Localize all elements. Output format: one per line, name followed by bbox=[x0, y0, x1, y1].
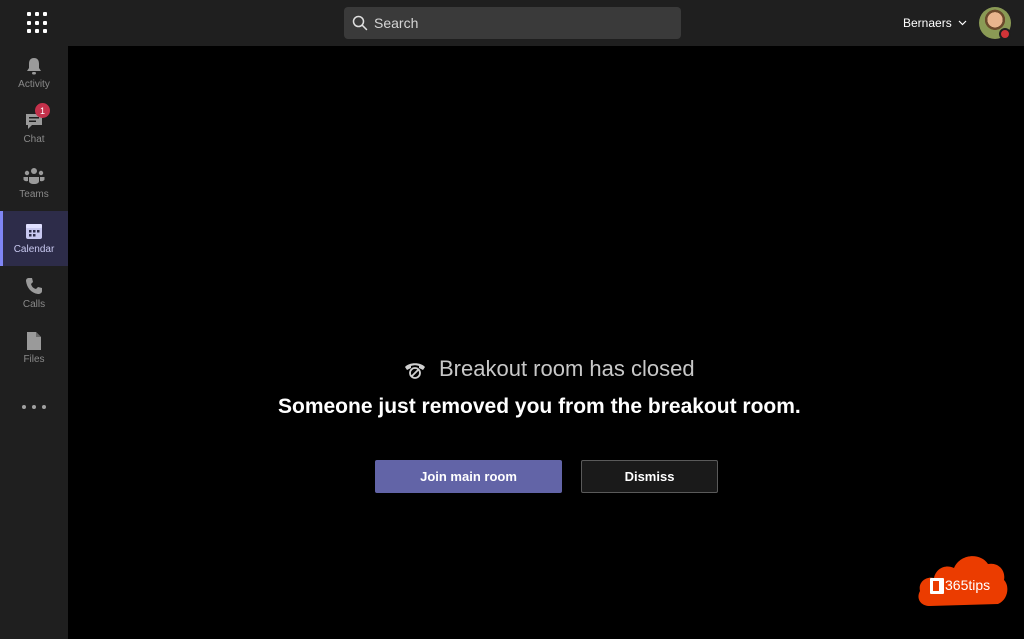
rail-item-label: Teams bbox=[19, 189, 49, 200]
top-bar: Search Bernaers bbox=[0, 0, 1024, 46]
breakout-heading: Breakout room has closed bbox=[403, 356, 695, 382]
rail-item-label: Calendar bbox=[13, 244, 55, 255]
rail-item-label: Calls bbox=[22, 299, 46, 310]
chat-icon: 1 bbox=[24, 103, 50, 131]
rail-item-label: Activity bbox=[18, 79, 50, 90]
user-menu[interactable]: Bernaers bbox=[903, 16, 967, 30]
rail-item-chat[interactable]: 1 Chat bbox=[0, 101, 68, 156]
chevron-down-icon bbox=[958, 20, 967, 26]
search-input[interactable]: Search bbox=[344, 7, 681, 39]
user-name: Bernaers bbox=[903, 16, 952, 30]
join-main-room-button[interactable]: Join main room bbox=[375, 460, 562, 493]
calendar-icon bbox=[25, 221, 43, 241]
ellipsis-icon[interactable] bbox=[22, 402, 46, 412]
dismiss-button[interactable]: Dismiss bbox=[581, 460, 718, 493]
app-launcher-icon[interactable] bbox=[22, 10, 48, 36]
teams-icon bbox=[23, 166, 45, 186]
app-bar: Activity 1 Chat Teams Calendar Calls Fil… bbox=[0, 46, 68, 639]
presence-status-icon bbox=[999, 28, 1011, 40]
file-icon bbox=[26, 331, 42, 351]
hang-up-phone-icon bbox=[405, 363, 425, 379]
rail-item-activity[interactable]: Activity bbox=[0, 46, 68, 101]
bell-icon bbox=[25, 56, 43, 76]
rail-item-label: Files bbox=[23, 354, 45, 365]
rail-item-calendar[interactable]: Calendar bbox=[0, 211, 68, 266]
search-placeholder: Search bbox=[374, 15, 419, 31]
rail-item-teams[interactable]: Teams bbox=[0, 156, 68, 211]
phone-icon bbox=[25, 276, 43, 296]
rail-item-calls[interactable]: Calls bbox=[0, 266, 68, 321]
watermark-text: 365tips bbox=[945, 577, 991, 593]
heading-text: Breakout room has closed bbox=[439, 356, 695, 381]
search-icon bbox=[352, 15, 368, 31]
subheading: Someone just removed you from the breako… bbox=[278, 395, 801, 418]
chat-badge: 1 bbox=[35, 103, 50, 118]
rail-item-files[interactable]: Files bbox=[0, 321, 68, 376]
rail-item-label: Chat bbox=[23, 134, 45, 145]
